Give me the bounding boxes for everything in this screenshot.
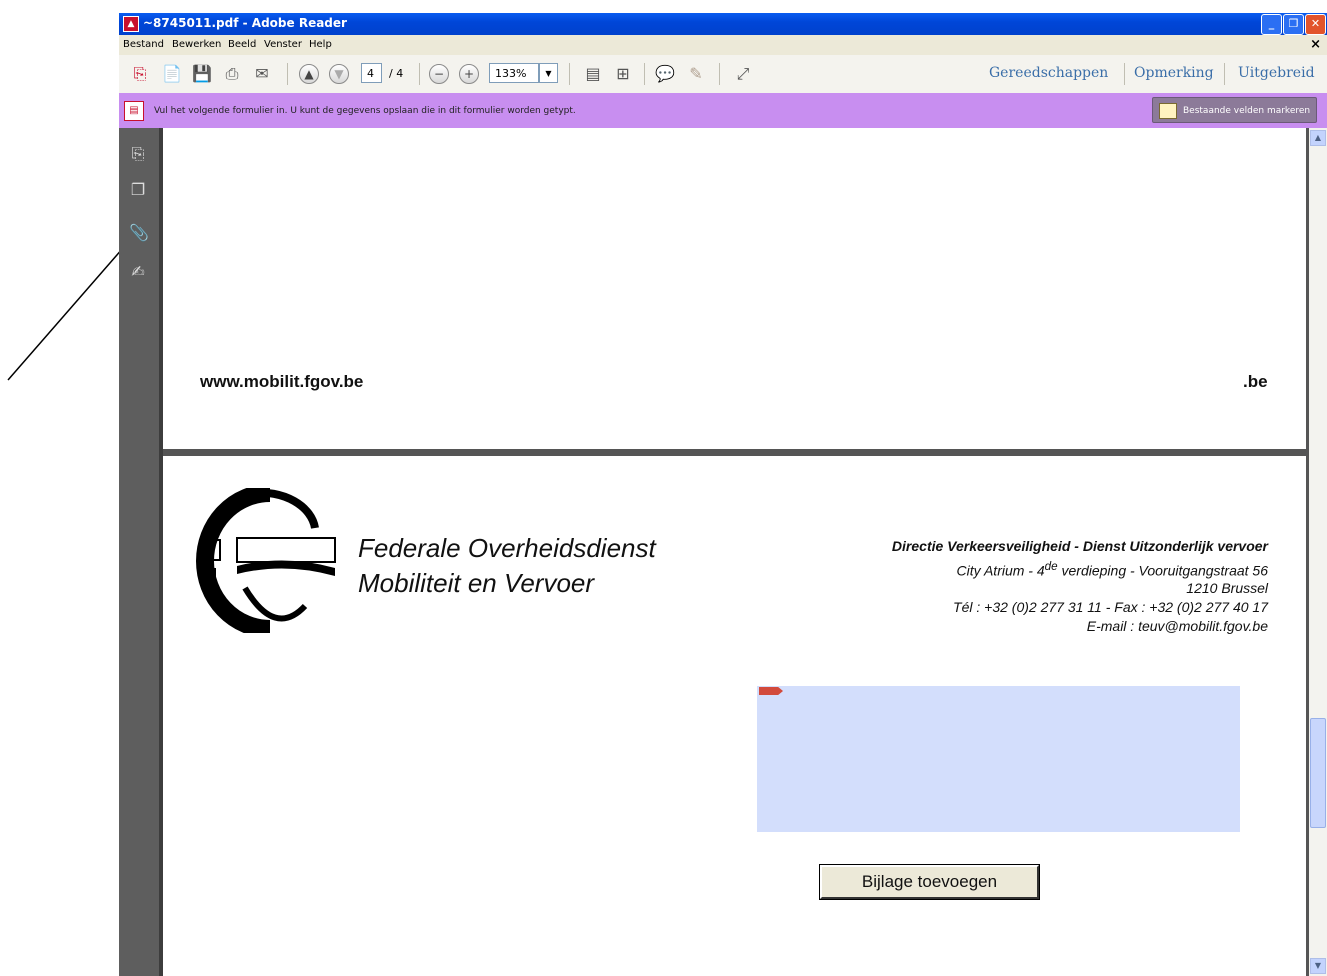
toolbar-divider	[1124, 63, 1125, 85]
field-marker-icon	[759, 687, 783, 695]
fit-page-icon[interactable]: ▤	[582, 63, 604, 85]
form-icon: ▤	[124, 101, 144, 121]
create-pdf-icon[interactable]: ⎘	[129, 63, 151, 85]
zoom-out-icon[interactable]: −	[429, 64, 449, 84]
scroll-up-icon[interactable]: ▲	[1310, 130, 1326, 146]
adobe-reader-icon: ▲	[123, 16, 139, 32]
page-total: / 4	[389, 67, 404, 80]
window-titlebar: ▲ ~8745011.pdf - Adobe Reader _ ❐ ✕	[119, 13, 1327, 35]
menu-bestand[interactable]: Bestand	[123, 39, 164, 50]
zoom-dropdown-icon[interactable]: ▼	[539, 63, 558, 83]
org-name-line1: Federale Overheidsdienst	[358, 533, 656, 563]
fod-logo	[196, 488, 336, 633]
layers-icon[interactable]: ❐	[129, 180, 147, 200]
print-icon[interactable]: ⎙	[221, 63, 243, 85]
open-icon[interactable]: 📄	[161, 63, 183, 85]
scroll-thumb[interactable]	[1310, 718, 1326, 828]
page-separator	[163, 449, 1306, 456]
address-phone-fax: Tél : +32 (0)2 277 31 11 - Fax : +32 (0)…	[953, 599, 1268, 615]
fit-width-icon[interactable]: ⊞	[612, 63, 634, 85]
org-name-line2: Mobiliteit en Vervoer	[358, 568, 595, 598]
scroll-down-icon[interactable]: ▼	[1310, 958, 1326, 974]
menu-beeld[interactable]: Beeld	[228, 39, 256, 50]
toolbar-divider	[419, 63, 420, 85]
highlight-icon[interactable]: ✎	[685, 63, 707, 85]
toolbar-divider	[569, 63, 570, 85]
footer-url: www.mobilit.fgov.be	[200, 372, 364, 391]
menu-bar: Bestand Bewerken Beeld Venster Help ×	[119, 35, 1327, 55]
comment-icon[interactable]: 💬	[654, 63, 676, 85]
toolbar-divider	[644, 63, 645, 85]
menu-venster[interactable]: Venster	[264, 39, 302, 50]
form-text-field[interactable]	[757, 686, 1240, 832]
toolbar-divider	[1224, 63, 1225, 85]
advanced-link[interactable]: Uitgebreid	[1238, 65, 1315, 81]
footer-suffix: .be	[1243, 372, 1268, 391]
comment-link[interactable]: Opmerking	[1134, 65, 1214, 81]
next-page-icon[interactable]: ▼	[329, 64, 349, 84]
tools-link[interactable]: Gereedschappen	[989, 65, 1108, 81]
toolbar: ⎘ 📄 💾 ⎙ ✉ ▲ ▼ 4 / 4 − + 133% ▼ ▤ ⊞ 💬 ✎ ⤢…	[119, 55, 1327, 94]
menu-bewerken[interactable]: Bewerken	[172, 39, 221, 50]
address-street-part2: verdieping - Vooruitgangstraat 56	[1057, 562, 1268, 579]
highlight-fields-button[interactable]: Bestaande velden markeren	[1152, 97, 1317, 123]
address-street-sup: de	[1044, 560, 1058, 573]
previous-page-icon[interactable]: ▲	[299, 64, 319, 84]
highlight-fields-label: Bestaande velden markeren	[1183, 106, 1311, 116]
page-number-input[interactable]: 4	[361, 63, 382, 83]
form-notice-bar: ▤ Vul het volgende formulier in. U kunt …	[119, 93, 1327, 129]
fullscreen-icon[interactable]: ⤢	[732, 63, 754, 85]
pages-icon[interactable]: ⎘	[129, 144, 147, 164]
address-street: City Atrium - 4de verdieping - Vooruitga…	[956, 560, 1268, 579]
zoom-in-icon[interactable]: +	[459, 64, 479, 84]
add-attachment-button[interactable]: Bijlage toevoegen	[819, 864, 1040, 900]
minimize-button[interactable]: _	[1261, 14, 1282, 35]
window-title: ~8745011.pdf - Adobe Reader	[143, 16, 347, 30]
address-department: Directie Verkeersveiligheid - Dienst Uit…	[891, 538, 1268, 554]
close-document-icon[interactable]: ×	[1310, 37, 1321, 52]
zoom-input[interactable]: 133%	[489, 63, 539, 83]
close-button[interactable]: ✕	[1305, 14, 1326, 35]
toolbar-divider	[287, 63, 288, 85]
form-notice-text: Vul het volgende formulier in. U kunt de…	[154, 106, 576, 116]
toolbar-divider	[719, 63, 720, 85]
email-icon[interactable]: ✉	[251, 63, 273, 85]
vertical-scrollbar[interactable]: ▲ ▼	[1309, 128, 1327, 976]
menu-help[interactable]: Help	[309, 39, 332, 50]
attachment-icon[interactable]: 📎	[129, 223, 149, 243]
navigation-pane: ⎘ ❐ 📎 ✍	[119, 128, 163, 976]
address-street-part1: City Atrium - 4	[956, 562, 1045, 579]
address-email: E-mail : teuv@mobilit.fgov.be	[1086, 618, 1268, 634]
save-icon[interactable]: 💾	[191, 63, 213, 85]
address-city: 1210 Brussel	[1186, 580, 1268, 596]
signature-icon[interactable]: ✍	[129, 262, 147, 282]
highlight-fields-icon	[1159, 103, 1177, 119]
restore-button[interactable]: ❐	[1283, 14, 1304, 35]
